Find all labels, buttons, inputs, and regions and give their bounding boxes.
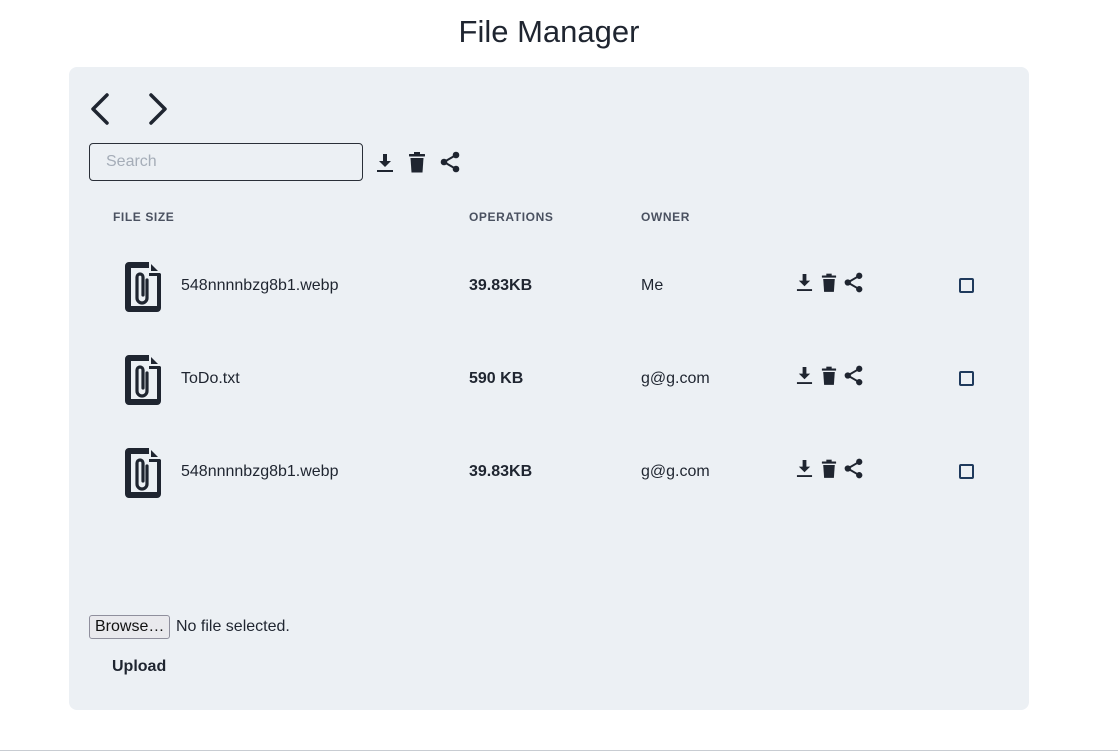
search-input[interactable]	[89, 143, 363, 181]
file-size: 590 KB	[469, 370, 524, 387]
trash-icon[interactable]	[408, 152, 426, 173]
bottom-divider	[0, 750, 1118, 751]
trash-icon[interactable]	[821, 366, 837, 386]
column-header-operations: OPERATIONS	[469, 210, 554, 224]
upload-button[interactable]: Upload	[112, 658, 166, 676]
share-icon[interactable]	[843, 365, 864, 386]
table-row: 548nnnnbzg8b1.webp 39.83KB g@g.com	[69, 423, 1029, 516]
file-name[interactable]: 548nnnnbzg8b1.webp	[181, 463, 338, 481]
file-size: 39.83KB	[469, 463, 533, 480]
row-select-checkbox[interactable]	[959, 371, 974, 386]
file-manager-page: File Manager FILE SIZE OPERATI	[0, 0, 1118, 753]
file-attachment-icon	[125, 448, 161, 498]
file-name[interactable]: ToDo.txt	[181, 370, 240, 388]
browse-file-button[interactable]: Browse…	[89, 615, 171, 639]
download-icon[interactable]	[796, 273, 813, 292]
file-size: 39.83KB	[469, 277, 533, 294]
trash-icon[interactable]	[821, 273, 837, 293]
download-icon[interactable]	[796, 459, 813, 478]
chevron-left-icon[interactable]	[83, 91, 119, 127]
share-icon[interactable]	[439, 151, 461, 173]
share-icon[interactable]	[843, 458, 864, 479]
no-file-selected-text: No file selected.	[176, 618, 290, 635]
row-select-checkbox[interactable]	[959, 278, 974, 293]
file-owner: g@g.com	[641, 370, 710, 387]
row-select-checkbox[interactable]	[959, 464, 974, 479]
file-attachment-icon	[125, 262, 161, 312]
table-row: 548nnnnbzg8b1.webp 39.83KB Me	[69, 237, 1029, 330]
download-icon[interactable]	[376, 153, 394, 173]
chevron-right-icon[interactable]	[139, 91, 175, 127]
download-icon[interactable]	[796, 366, 813, 385]
column-header-file-size: FILE SIZE	[113, 210, 175, 224]
table-row: ToDo.txt 590 KB g@g.com	[69, 330, 1029, 423]
trash-icon[interactable]	[821, 459, 837, 479]
file-attachment-icon	[125, 355, 161, 405]
column-header-owner: OWNER	[641, 210, 690, 224]
file-panel: FILE SIZE OPERATIONS OWNER 548nnnnbzg8b1…	[69, 67, 1029, 710]
share-icon[interactable]	[843, 272, 864, 293]
file-owner: Me	[641, 277, 664, 294]
file-owner: g@g.com	[641, 463, 710, 480]
file-name[interactable]: 548nnnnbzg8b1.webp	[181, 277, 338, 295]
page-title: File Manager	[458, 14, 640, 49]
